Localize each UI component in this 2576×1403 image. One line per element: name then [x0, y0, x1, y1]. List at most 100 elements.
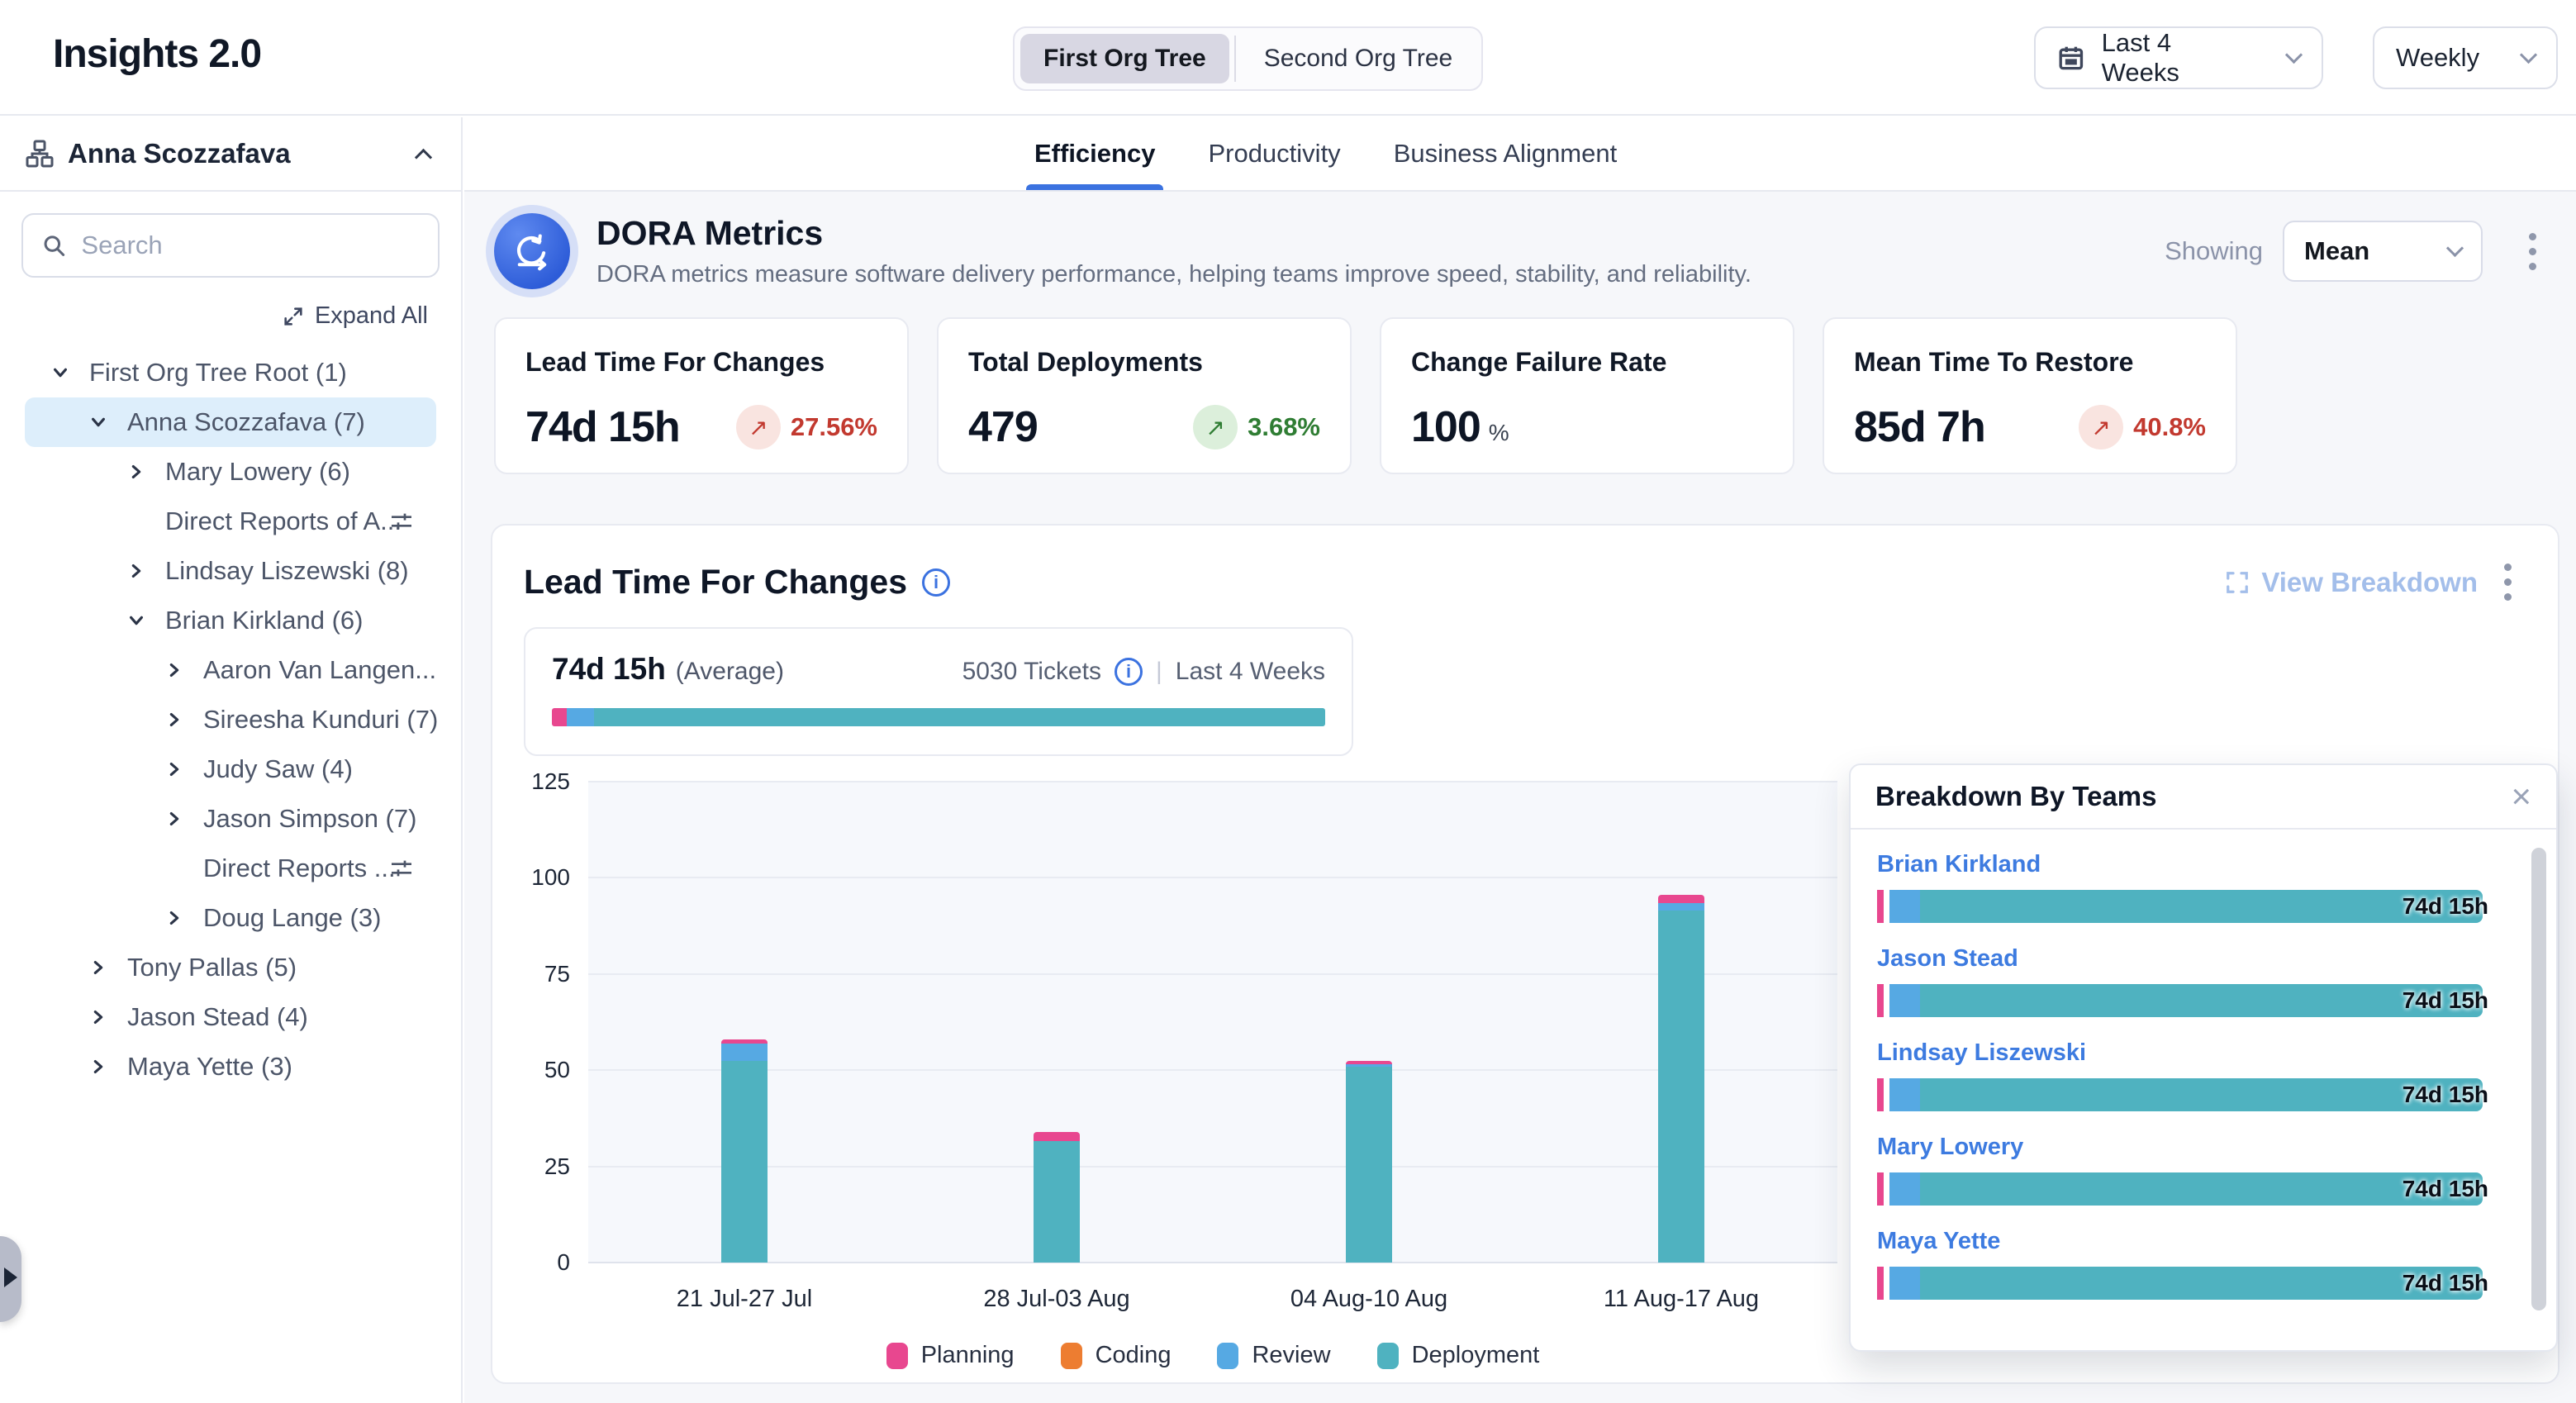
- x-axis-label: 04 Aug-10 Aug: [1290, 1286, 1447, 1313]
- legend-label: Deployment: [1412, 1342, 1540, 1369]
- y-axis-tick: 100: [531, 864, 570, 891]
- search-input[interactable]: [81, 231, 420, 260]
- filter-icon[interactable]: [388, 508, 415, 535]
- average-summary-card: 74d 15h (Average) 5030 Tickets i | Last …: [524, 627, 1353, 756]
- chevron-right-icon[interactable]: [165, 760, 183, 778]
- tree-item-1[interactable]: Anna Scozzafava (7): [25, 397, 436, 447]
- showing-select[interactable]: Mean: [2283, 221, 2483, 282]
- chevron-right-icon[interactable]: [89, 1058, 107, 1076]
- team-stacked-bar: 74d 15h: [1877, 984, 2488, 1017]
- y-axis-tick: 125: [531, 768, 570, 795]
- x-axis-label: 28 Jul-03 Aug: [983, 1286, 1129, 1313]
- deployment-swatch: [1377, 1343, 1399, 1369]
- deployment-segment: [1920, 984, 2483, 1017]
- chevron-down-icon[interactable]: [51, 364, 69, 382]
- segment-gap: [1884, 890, 1889, 923]
- info-icon[interactable]: i: [1115, 658, 1143, 686]
- tree-item-label: Jason Stead (4): [127, 1002, 308, 1032]
- gridline: [588, 877, 1837, 878]
- review-segment: [567, 708, 595, 726]
- org-chart-icon: [25, 139, 55, 169]
- metric-card-title: Mean Time To Restore: [1854, 347, 2206, 378]
- sidebar-owner-row[interactable]: Anna Scozzafava: [0, 117, 461, 192]
- chevron-right-icon[interactable]: [89, 1008, 107, 1026]
- tree-item-12[interactable]: Tony Pallas (5): [0, 943, 461, 992]
- delta-percent: 3.68%: [1248, 412, 1320, 442]
- metric-card-mean-time-to-restore: Mean Time To Restore 85d 7h ↗ 40.8%: [1823, 317, 2237, 474]
- tree-item-5[interactable]: Brian Kirkland (6): [0, 596, 461, 645]
- filter-icon[interactable]: [388, 855, 415, 882]
- tree-item-0[interactable]: First Org Tree Root (1): [0, 348, 461, 397]
- tab-efficiency[interactable]: Efficiency: [1034, 117, 1155, 190]
- expand-all-button[interactable]: Expand All: [0, 299, 461, 341]
- tree-item-8[interactable]: Judy Saw (4): [0, 744, 461, 794]
- review-segment: [1889, 1078, 1920, 1111]
- gridline: [588, 1262, 1837, 1263]
- team-name-link[interactable]: Lindsay Liszewski: [1877, 1039, 2556, 1067]
- divider: |: [1156, 658, 1162, 686]
- chart-menu-button[interactable]: [2494, 559, 2521, 606]
- chevron-right-icon[interactable]: [165, 810, 183, 828]
- metric-card-value: 74d 15h: [525, 402, 680, 452]
- trend-up-icon: ↗: [2079, 405, 2123, 449]
- deployment-segment: [1658, 911, 1704, 1263]
- close-icon[interactable]: ×: [2511, 779, 2531, 814]
- tree-item-3[interactable]: Direct Reports of A...: [0, 497, 461, 546]
- chevron-right-icon[interactable]: [127, 463, 145, 481]
- chevron-down-icon[interactable]: [127, 611, 145, 630]
- chevron-right-icon[interactable]: [165, 909, 183, 927]
- tree-item-11[interactable]: Doug Lange (3): [0, 893, 461, 943]
- bar-week-2[interactable]: [1034, 1132, 1080, 1263]
- legend-label: Coding: [1096, 1342, 1172, 1369]
- chevron-up-icon[interactable]: [415, 148, 432, 165]
- bar-week-1[interactable]: [721, 1039, 768, 1263]
- toggle-first-org-tree[interactable]: First Org Tree: [1020, 34, 1229, 83]
- chevron-right-icon[interactable]: [165, 661, 183, 679]
- x-axis-label: 21 Jul-27 Jul: [677, 1286, 812, 1313]
- chevron-right-icon[interactable]: [89, 958, 107, 977]
- toggle-second-org-tree[interactable]: Second Org Tree: [1241, 34, 1476, 83]
- chevron-right-icon[interactable]: [127, 562, 145, 580]
- bar-week-3[interactable]: [1346, 1061, 1392, 1263]
- bar-week-4[interactable]: [1658, 895, 1704, 1263]
- metric-card-value: 100: [1411, 402, 1480, 452]
- sidebar-drawer-handle[interactable]: [0, 1236, 21, 1322]
- granularity-select[interactable]: Weekly: [2373, 26, 2558, 89]
- metric-card-lead-time: Lead Time For Changes 74d 15h ↗ 27.56%: [494, 317, 909, 474]
- range-label: Last 4 Weeks: [1176, 658, 1325, 686]
- team-name-link[interactable]: Maya Yette: [1877, 1228, 2556, 1255]
- deployment-segment: [1920, 1078, 2483, 1111]
- app-title: Insights 2.0: [53, 31, 261, 77]
- showing-control: Showing Mean: [2165, 221, 2546, 282]
- tab-business-alignment[interactable]: Business Alignment: [1394, 117, 1618, 190]
- team-name-link[interactable]: Mary Lowery: [1877, 1134, 2556, 1161]
- planning-segment: [1877, 1172, 1884, 1206]
- legend-deployment: Deployment: [1377, 1342, 1540, 1369]
- tree-item-label: Lindsay Liszewski (8): [165, 556, 409, 586]
- review-swatch: [1217, 1343, 1238, 1369]
- panel-scrollbar[interactable]: [2531, 848, 2546, 1310]
- tree-item-14[interactable]: Maya Yette (3): [0, 1042, 461, 1091]
- tree-item-6[interactable]: Aaron Van Langen...: [0, 645, 461, 695]
- view-breakdown-button[interactable]: View Breakdown: [2225, 567, 2478, 598]
- tab-productivity[interactable]: Productivity: [1208, 117, 1340, 190]
- metric-card-unit: %: [1489, 420, 1509, 446]
- tree-item-2[interactable]: Mary Lowery (6): [0, 447, 461, 497]
- chevron-right-icon[interactable]: [165, 711, 183, 729]
- planning-swatch: [886, 1343, 908, 1369]
- tree-item-4[interactable]: Lindsay Liszewski (8): [0, 546, 461, 596]
- metric-card-value: 479: [968, 402, 1038, 452]
- tree-item-10[interactable]: Direct Reports ...: [0, 844, 461, 893]
- tree-item-7[interactable]: Sireesha Kunduri (7): [0, 695, 461, 744]
- bar-chart-plot: 125 100 75 50 25 0: [588, 782, 1837, 1263]
- org-tree-toggle: First Org Tree Second Org Tree: [1013, 26, 1483, 91]
- chevron-down-icon[interactable]: [89, 413, 107, 431]
- tree-item-13[interactable]: Jason Stead (4): [0, 992, 461, 1042]
- date-range-select[interactable]: Last 4 Weeks: [2034, 26, 2323, 89]
- team-name-link[interactable]: Jason Stead: [1877, 945, 2556, 973]
- tree-item-9[interactable]: Jason Simpson (7): [0, 794, 461, 844]
- team-name-link[interactable]: Brian Kirkland: [1877, 851, 2556, 878]
- tree-item-label: Anna Scozzafava (7): [127, 407, 365, 437]
- dora-menu-button[interactable]: [2519, 228, 2546, 275]
- info-icon[interactable]: i: [922, 568, 950, 597]
